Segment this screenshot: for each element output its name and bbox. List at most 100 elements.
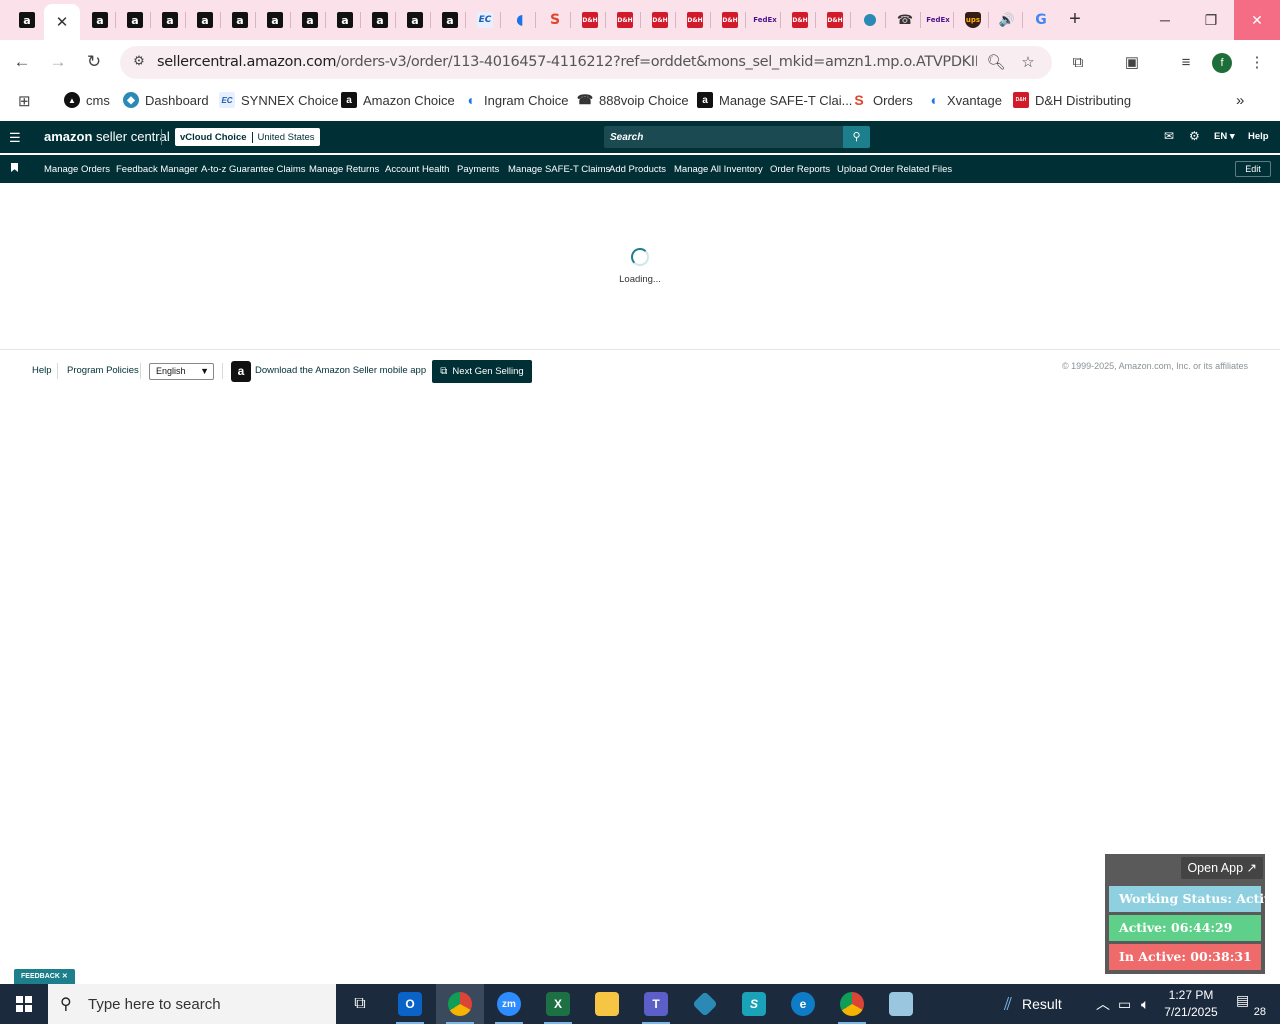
taskbar-file-explorer[interactable]	[583, 984, 631, 1024]
close-window-button[interactable]: ✕	[1234, 0, 1280, 40]
help-link[interactable]: Help	[1248, 131, 1269, 142]
bookmark-amazon-choice[interactable]: a Amazon Choice	[341, 92, 455, 108]
tab-dh-1[interactable]: D&H	[576, 6, 604, 34]
tab-amazon-2[interactable]: a	[86, 6, 114, 34]
apps-icon[interactable]: ⊞	[18, 92, 31, 110]
taskbar-chrome[interactable]	[436, 984, 484, 1024]
tab-amazon-1[interactable]: a	[13, 6, 41, 34]
reload-button[interactable]: ↻	[82, 50, 106, 74]
taskbar-app-diamond[interactable]	[681, 984, 729, 1024]
nav-manage-orders[interactable]: Manage Orders	[44, 164, 110, 175]
zoom-icon[interactable]: 🔍︎	[986, 53, 1006, 73]
account-switcher[interactable]: vCloud Choice United States	[175, 128, 320, 146]
bookmark-icon[interactable]	[11, 163, 18, 172]
volume-icon[interactable]: 🔈︎	[1141, 984, 1149, 1024]
menu-icon[interactable]: ⋮	[1246, 52, 1268, 74]
nav-order-reports[interactable]: Order Reports	[770, 164, 830, 175]
nav-manage-returns[interactable]: Manage Returns	[309, 164, 379, 175]
more-bookmarks-icon[interactable]: »	[1236, 92, 1244, 109]
taskbar-excel[interactable]: X	[534, 984, 582, 1024]
tab-amazon-5[interactable]: a	[191, 6, 219, 34]
nav-feedback-manager[interactable]: Feedback Manager	[116, 164, 198, 175]
bookmark-star-icon[interactable]: ☆	[1018, 53, 1038, 73]
bookmark-dashboard[interactable]: ◆ Dashboard	[123, 92, 209, 108]
tab-dh-6[interactable]: D&H	[786, 6, 814, 34]
taskbar-app-s[interactable]: S	[730, 984, 778, 1024]
tab-voip[interactable]: ☎	[891, 6, 919, 34]
nav-manage-inventory[interactable]: Manage All Inventory	[674, 164, 763, 175]
tab-fedex-2[interactable]: FedEx	[924, 6, 952, 34]
media-control-icon[interactable]: ≡	[1175, 52, 1197, 74]
weather-widget[interactable]: ⫽ Result	[1004, 984, 1062, 1024]
tab-dashboard[interactable]	[856, 6, 884, 34]
nav-upload-order-files[interactable]: Upload Order Related Files	[837, 164, 952, 175]
edit-nav-button[interactable]: Edit	[1235, 161, 1271, 177]
tab-amazon-6[interactable]: a	[226, 6, 254, 34]
nav-add-products[interactable]: Add Products	[609, 164, 666, 175]
start-button[interactable]	[0, 984, 48, 1024]
tab-ingram[interactable]: ◖	[506, 6, 534, 34]
nav-account-health[interactable]: Account Health	[385, 164, 449, 175]
amazon-app-icon[interactable]: a	[231, 361, 251, 382]
bookmark-dh[interactable]: D&H D&H Distributing	[1013, 92, 1131, 108]
show-hidden-icons[interactable]: ︿	[1096, 984, 1110, 1024]
language-selector[interactable]: EN ▾	[1214, 131, 1235, 142]
bookmark-synnex[interactable]: EC SYNNEX Choice	[219, 92, 339, 108]
hamburger-menu-icon[interactable]: ☰	[9, 130, 21, 146]
back-button[interactable]: ←	[10, 50, 34, 74]
tab-dh-5[interactable]: D&H	[716, 6, 744, 34]
tab-amazon-12[interactable]: a	[436, 6, 464, 34]
tab-dh-3[interactable]: D&H	[646, 6, 674, 34]
tab-ups[interactable]: ups	[959, 6, 987, 34]
tab-orders[interactable]: S	[541, 6, 569, 34]
taskbar-app-tool[interactable]	[877, 984, 925, 1024]
nav-safe-t-claims[interactable]: Manage SAFE-T Claims	[508, 164, 610, 175]
tab-amazon-4[interactable]: a	[156, 6, 184, 34]
nav-payments[interactable]: Payments	[457, 164, 499, 175]
taskbar-teams[interactable]: T	[632, 984, 680, 1024]
bookmark-orders[interactable]: S Orders	[851, 92, 912, 108]
tab-amazon-8[interactable]: a	[296, 6, 324, 34]
bookmark-ingram[interactable]: ◖ Ingram Choice	[462, 92, 569, 108]
task-view-button[interactable]: ⧉	[336, 984, 384, 1024]
taskbar-zoom[interactable]: zm	[485, 984, 533, 1024]
tab-amazon-3[interactable]: a	[121, 6, 149, 34]
footer-help-link[interactable]: Help	[32, 365, 52, 376]
extensions-icon[interactable]: ⧉	[1067, 52, 1089, 74]
taskbar-clock[interactable]: 1:27 PM 7/21/2025	[1160, 987, 1222, 1021]
taskbar-outlook[interactable]: O	[386, 984, 434, 1024]
tab-amazon-7[interactable]: a	[261, 6, 289, 34]
tab-audio[interactable]: 🔊	[993, 6, 1021, 34]
search-field[interactable]	[604, 126, 843, 148]
tab-amazon-11[interactable]: a	[401, 6, 429, 34]
next-gen-selling-button[interactable]: ⧉ Next Gen Selling	[432, 360, 532, 383]
feedback-tab[interactable]: FEEDBACK ✕	[14, 969, 75, 984]
seller-central-logo[interactable]: amazon seller central	[44, 129, 170, 144]
nav-a-to-z-claims[interactable]: A-to-z Guarantee Claims	[201, 164, 306, 175]
tab-dh-2[interactable]: D&H	[611, 6, 639, 34]
tab-active[interactable]: ✕	[44, 4, 80, 40]
mobile-app-link[interactable]: Download the Amazon Seller mobile app	[255, 365, 426, 376]
taskbar-edge[interactable]: e	[779, 984, 827, 1024]
tab-dh-7[interactable]: D&H	[821, 6, 849, 34]
minimize-button[interactable]: ─	[1142, 0, 1188, 40]
tab-amazon-10[interactable]: a	[366, 6, 394, 34]
close-tab-icon[interactable]: ✕	[56, 13, 69, 31]
new-tab-button[interactable]: +	[1064, 8, 1086, 30]
site-info-icon[interactable]: ⚙	[129, 53, 149, 73]
program-policies-link[interactable]: Program Policies	[67, 365, 139, 376]
open-app-button[interactable]: Open App ↗	[1181, 857, 1263, 879]
taskbar-search[interactable]: ⚲ Type here to search	[48, 984, 336, 1024]
taskbar-chrome-2[interactable]	[828, 984, 876, 1024]
address-bar[interactable]: ⚙ sellercentral.amazon.com/orders-v3/ord…	[120, 46, 1052, 79]
forward-button[interactable]: →	[46, 50, 70, 74]
search-input[interactable]	[604, 126, 843, 148]
search-button[interactable]: ⚲	[843, 126, 870, 148]
tab-synnex[interactable]: EC	[471, 6, 499, 34]
settings-gear-icon[interactable]: ⚙	[1189, 129, 1200, 143]
mail-icon[interactable]: ✉	[1164, 129, 1174, 143]
notification-center[interactable]: ▤ 28	[1236, 992, 1266, 1018]
network-icon[interactable]: ▭	[1118, 984, 1131, 1024]
tab-dh-4[interactable]: D&H	[681, 6, 709, 34]
bookmark-safe-t[interactable]: a Manage SAFE-T Clai...	[697, 92, 852, 108]
